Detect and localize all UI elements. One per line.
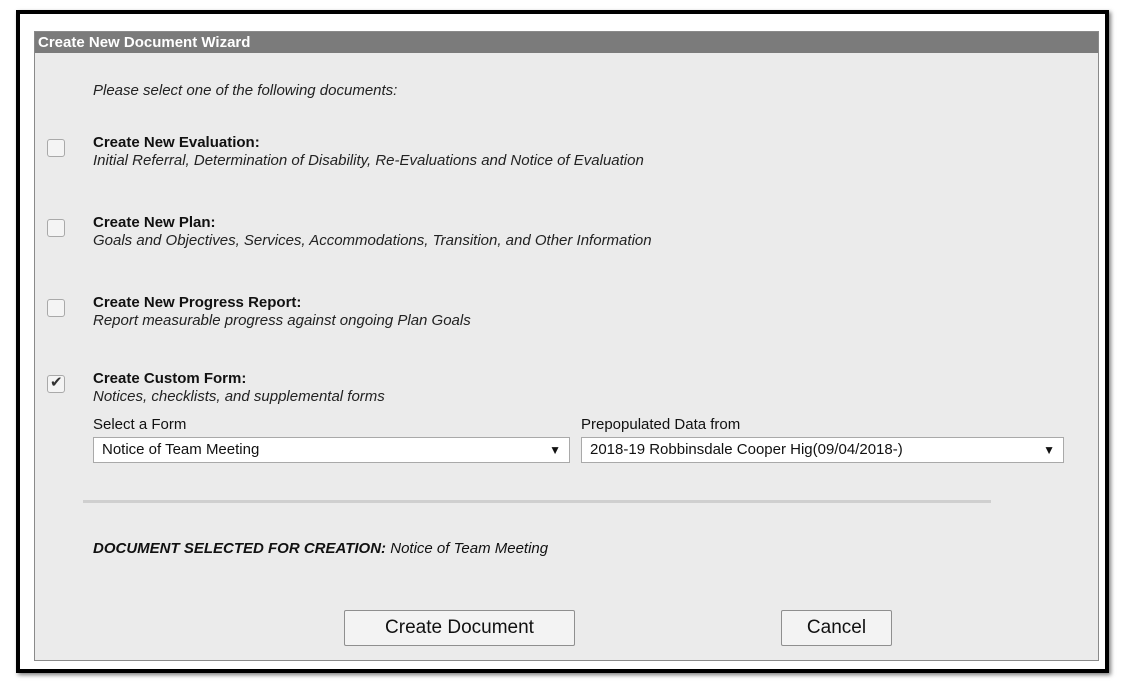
option-description: Initial Referral, Determination of Disab… (93, 152, 644, 169)
cancel-button[interactable]: Cancel (781, 610, 892, 646)
wizard-intro: Please select one of the following docum… (93, 82, 398, 99)
selected-value: Notice of Team Meeting (390, 540, 549, 557)
option-title: Create New Plan: (93, 214, 216, 231)
dialog-frame: Create New Document Wizard Please select… (16, 10, 1109, 673)
check-icon: ✔ (50, 374, 63, 391)
option-description: Report measurable progress against ongoi… (93, 312, 471, 329)
divider (83, 500, 991, 503)
checkbox-new-plan[interactable] (47, 219, 65, 237)
form-select[interactable]: Notice of Team Meeting ▼ (93, 437, 570, 463)
create-document-wizard: Create New Document Wizard Please select… (34, 31, 1099, 661)
prepopulated-label: Prepopulated Data from (581, 416, 741, 433)
checkbox-new-progress-report[interactable] (47, 299, 65, 317)
triangle-down-icon: ▼ (1043, 443, 1055, 457)
checkbox-new-evaluation[interactable] (47, 139, 65, 157)
option-title: Create New Progress Report: (93, 294, 302, 311)
selected-label: DOCUMENT SELECTED FOR CREATION: (93, 540, 387, 557)
select-form-label: Select a Form (93, 416, 187, 433)
create-document-button[interactable]: Create Document (344, 610, 575, 646)
option-description: Goals and Objectives, Services, Accommod… (93, 232, 652, 249)
prepopulated-select[interactable]: 2018-19 Robbinsdale Cooper Hig(09/04/201… (581, 437, 1064, 463)
option-title: Create Custom Form: (93, 370, 247, 387)
option-title: Create New Evaluation: (93, 134, 260, 151)
wizard-title: Create New Document Wizard (35, 32, 1098, 53)
triangle-down-icon: ▼ (549, 443, 561, 457)
option-description: Notices, checklists, and supplemental fo… (93, 388, 385, 405)
prepopulated-select-value: 2018-19 Robbinsdale Cooper Hig(09/04/201… (590, 441, 903, 458)
checkbox-custom-form[interactable]: ✔ (47, 374, 65, 393)
form-select-value: Notice of Team Meeting (102, 441, 260, 458)
selected-document-line: DOCUMENT SELECTED FOR CREATION: Notice o… (93, 540, 548, 557)
